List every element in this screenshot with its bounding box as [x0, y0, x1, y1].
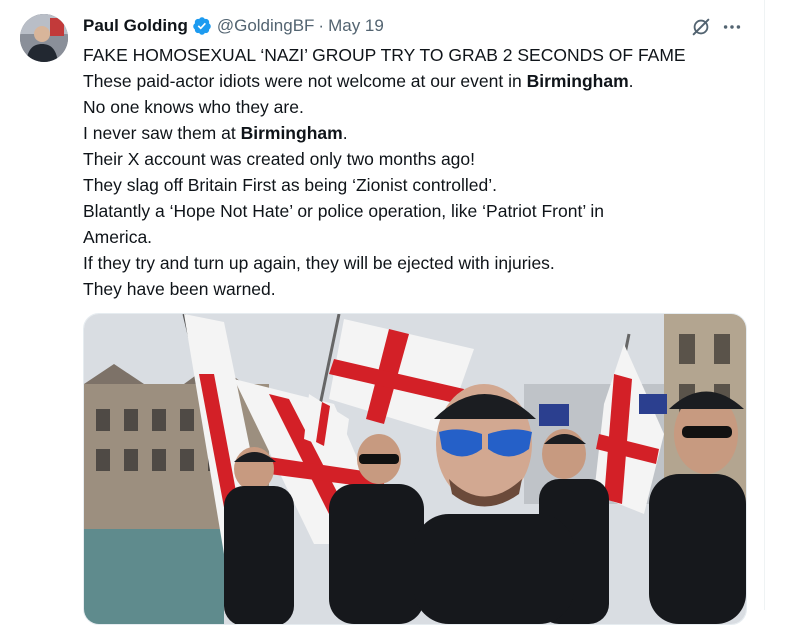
more-dots-icon[interactable] — [721, 16, 743, 38]
text-segment: These paid-actor idiots were not welcome… — [83, 71, 527, 91]
profile-avatar[interactable] — [20, 14, 68, 62]
tweet-text-line: They slag off Britain First as being ‘Zi… — [83, 175, 498, 195]
tweet-text-line: These paid-actor idiots were not welcome… — [83, 68, 743, 94]
column-divider — [764, 0, 765, 610]
header-separator: · — [318, 16, 325, 35]
tweet-date[interactable]: May 19 — [328, 16, 384, 36]
tweet-text: FAKE HOMOSEXUAL ‘NAZI’ GROUP TRY TO GRAB… — [83, 42, 743, 302]
verified-badge-icon — [192, 16, 212, 36]
author-display-name[interactable]: Paul Golding — [83, 16, 188, 36]
tweet-media-photo[interactable] — [83, 313, 747, 625]
tweet-text-line: FAKE HOMOSEXUAL ‘NAZI’ GROUP TRY TO GRAB… — [83, 45, 686, 65]
tweet-text-line: No one knows who they are. — [83, 97, 304, 117]
tweet-text-line: I never saw them at Birmingham. — [83, 120, 743, 146]
tweet-text-line: America. — [83, 227, 153, 247]
grok-icon[interactable] — [690, 16, 712, 38]
tweet-text-line: They have been warned. — [83, 279, 276, 299]
bold-location: Birmingham — [526, 71, 629, 91]
text-segment: . — [628, 71, 634, 91]
tweet-text-line: If they try and turn up again, they will… — [83, 253, 555, 273]
tweet-header: Paul Golding @GoldingBF · May 19 — [83, 14, 384, 38]
text-segment: . — [342, 123, 348, 143]
tweet-text-line: Their X account was created only two mon… — [83, 149, 476, 169]
author-handle[interactable]: @GoldingBF — [217, 16, 315, 36]
tweet-text-line: Blatantly a ‘Hope Not Hate’ or police op… — [83, 201, 605, 221]
bold-location: Birmingham — [240, 123, 343, 143]
tweet[interactable]: Paul Golding @GoldingBF · May 19 FAKE HO… — [0, 0, 764, 625]
text-segment: I never saw them at — [83, 123, 241, 143]
